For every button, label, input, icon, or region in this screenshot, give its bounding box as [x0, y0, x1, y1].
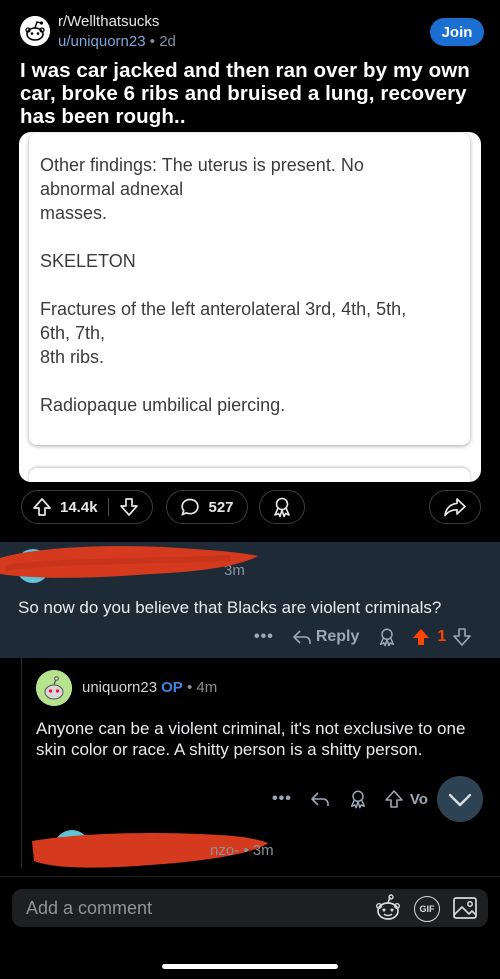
post-meta: u/uniquorn23 • 2d [58, 33, 176, 50]
comment-3-name-fragment: nzo- [210, 842, 240, 859]
award-button[interactable] [259, 490, 305, 524]
post-author[interactable]: u/uniquorn23 [58, 33, 146, 50]
redaction-scribble [0, 546, 258, 578]
image-document-card: Other findings: The uterus is present. N… [29, 133, 470, 445]
comment-bubble-icon [180, 497, 200, 517]
reply-arrow-icon[interactable] [310, 790, 330, 808]
home-indicator [162, 964, 338, 969]
image-text-fractures: Fractures of the left anterolateral 3rd,… [40, 299, 407, 367]
chevron-down-icon [448, 793, 472, 807]
upvote-icon[interactable] [384, 789, 404, 809]
op-comment-actions: ••• Vo [272, 788, 452, 810]
meta-separator: • [243, 842, 249, 859]
comment-count: 527 [208, 498, 234, 516]
share-arrow-icon [443, 496, 467, 518]
vote-label: Vo [409, 790, 428, 808]
downvote-icon[interactable] [119, 497, 139, 517]
award-icon [271, 496, 293, 518]
comments-button[interactable]: 527 [166, 490, 248, 524]
meta-separator: • [186, 679, 193, 696]
gif-button[interactable]: GIF [414, 896, 440, 922]
image-text-findings: Other findings: The uterus is present. N… [40, 155, 364, 223]
comment-text: So now do you believe that Blacks are vi… [18, 598, 442, 617]
downvote-icon[interactable] [452, 627, 472, 647]
comment-input-placeholder: Add a comment [26, 898, 153, 918]
snoo-avatar-icon [36, 670, 72, 706]
comment-score: 1 [437, 628, 447, 645]
post-age: 2d [159, 33, 176, 50]
upvote-count: 14.4k [60, 498, 98, 516]
snoo-emoji-icon[interactable] [372, 892, 404, 924]
vote-control: 14.4k [21, 490, 153, 524]
op-username[interactable]: uniquorn23 [82, 679, 157, 696]
image-text-skeleton: SKELETON [40, 251, 136, 271]
upvote-active-icon[interactable] [411, 627, 431, 647]
award-icon[interactable] [377, 627, 397, 647]
reddit-snoo-icon [20, 16, 50, 46]
op-badge: OP [161, 679, 183, 696]
op-comment-text: Anyone can be a violent criminal, it's n… [36, 719, 466, 759]
join-button[interactable]: Join [430, 18, 484, 46]
scroll-down-button[interactable] [437, 776, 483, 822]
post-title[interactable]: I was car jacked and then ran over by my… [20, 59, 475, 128]
gif-label: GIF [419, 904, 435, 914]
image-text-piercing: Radiopaque umbilical piercing. [40, 395, 286, 415]
op-comment-header: uniquorn23 OP • 4m [82, 679, 217, 696]
comment-actions: ••• Reply 1 [254, 626, 486, 648]
reply-label[interactable]: Reply [316, 628, 360, 646]
meta-separator: • [149, 33, 156, 50]
more-options-icon[interactable]: ••• [272, 790, 292, 808]
subreddit-avatar[interactable] [20, 16, 50, 46]
more-options-icon[interactable]: ••• [254, 628, 274, 646]
comment-3-age: 3m [252, 842, 274, 859]
vote-divider [107, 498, 109, 516]
image-upload-icon[interactable] [451, 894, 479, 922]
op-comment-age: 4m [196, 679, 218, 696]
composer-divider [0, 876, 500, 877]
share-button[interactable] [429, 490, 481, 524]
thread-line [21, 658, 22, 868]
op-avatar[interactable] [36, 670, 72, 706]
reply-arrow-icon[interactable] [292, 628, 312, 646]
upvote-icon[interactable] [32, 497, 52, 517]
comment-3-meta: nzo- • 3m [210, 842, 274, 859]
subreddit-name[interactable]: r/Wellthatsucks [58, 13, 159, 30]
award-icon[interactable] [348, 789, 368, 809]
